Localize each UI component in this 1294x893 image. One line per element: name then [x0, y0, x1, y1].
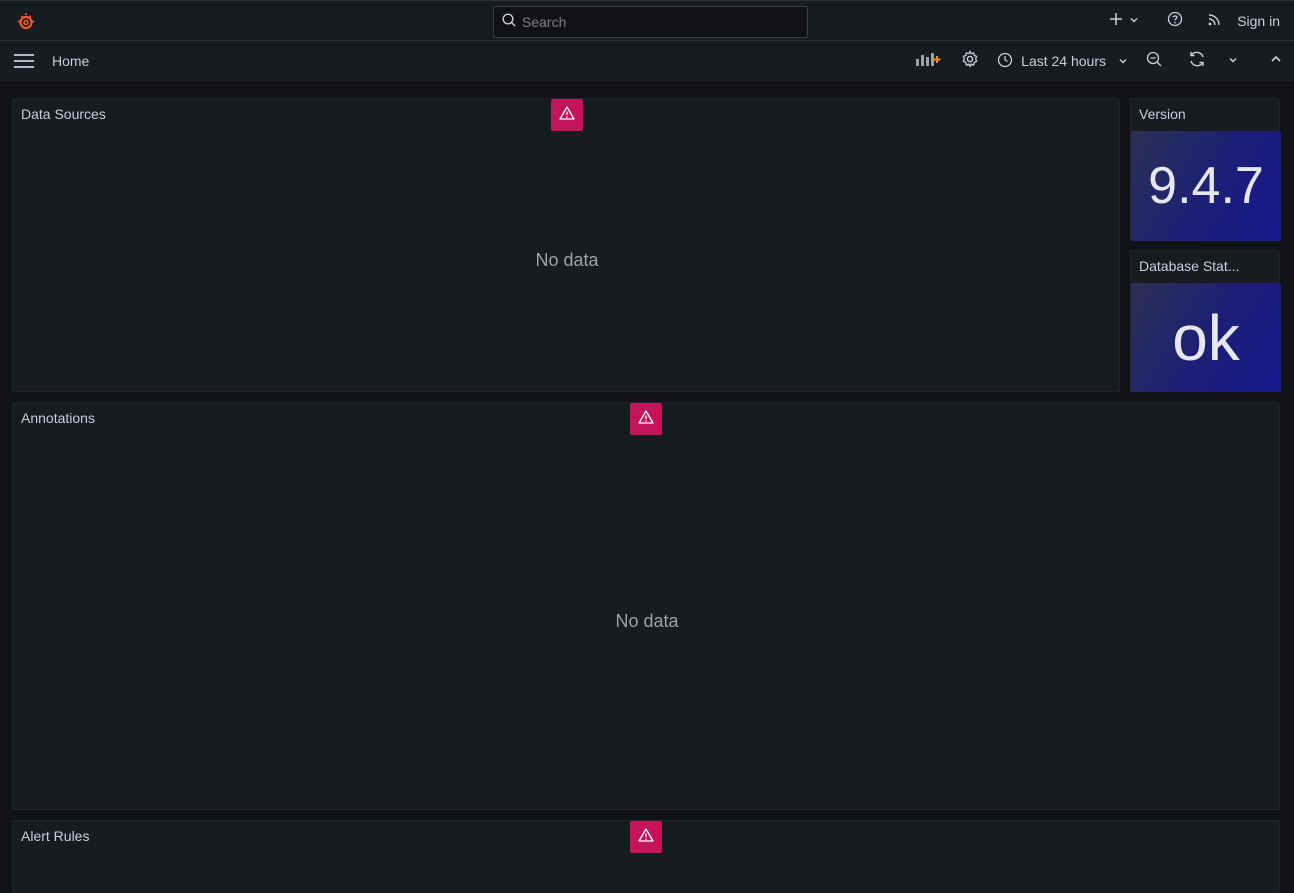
breadcrumb[interactable]: Home	[52, 53, 89, 69]
warning-icon	[638, 409, 654, 430]
panel-version: Version 9.4.7	[1130, 98, 1281, 241]
version-value: 9.4.7	[1148, 157, 1264, 215]
sign-in-link[interactable]: Sign in	[1237, 13, 1280, 29]
panel-title[interactable]: Database Stat...	[1139, 258, 1239, 274]
zoom-out-icon	[1146, 51, 1162, 72]
collapse-button[interactable]	[1270, 52, 1282, 70]
no-data-message: No data	[615, 611, 679, 631]
dashboard-settings-button[interactable]	[961, 49, 979, 73]
help-icon	[1167, 11, 1183, 32]
stat-value-box: ok	[1131, 283, 1281, 392]
database-status-value: ok	[1172, 301, 1240, 374]
rss-icon	[1207, 11, 1223, 32]
search-icon	[502, 12, 516, 32]
chevron-down-icon	[1118, 53, 1128, 69]
panel-title[interactable]: Alert Rules	[21, 828, 89, 844]
plus-icon	[1109, 12, 1123, 31]
add-panel-button[interactable]	[915, 51, 941, 72]
refresh-icon	[1188, 50, 1206, 73]
stat-value-box: 9.4.7	[1131, 131, 1281, 241]
zoom-out-button[interactable]	[1146, 51, 1162, 72]
chevron-down-icon	[1228, 52, 1238, 70]
panel-alert-rules: Alert Rules	[12, 820, 1280, 893]
clock-icon	[997, 52, 1013, 71]
time-picker-button[interactable]: Last 24 hours	[997, 52, 1128, 71]
dashboard-navbar: Home Last 24 hours	[0, 41, 1294, 81]
no-data-message: No data	[535, 250, 599, 270]
add-panel-icon	[915, 51, 941, 72]
panel-title[interactable]: Data Sources	[21, 106, 106, 122]
refresh-button[interactable]	[1188, 50, 1206, 73]
chevron-up-icon	[1270, 52, 1282, 70]
panel-data-sources: Data Sources No data	[12, 98, 1120, 392]
top-navbar: Sign in	[0, 0, 1294, 41]
warning-icon	[559, 105, 575, 126]
grafana-logo-icon[interactable]	[16, 12, 36, 32]
time-range-label: Last 24 hours	[1021, 53, 1106, 69]
panel-title[interactable]: Version	[1139, 106, 1186, 122]
panel-error-indicator[interactable]	[630, 403, 662, 435]
chevron-down-icon	[1129, 12, 1139, 30]
refresh-interval-dropdown[interactable]	[1228, 52, 1238, 70]
search-input[interactable]	[522, 14, 792, 30]
search-box[interactable]	[493, 6, 808, 38]
gear-icon	[961, 49, 979, 73]
help-button[interactable]	[1167, 11, 1183, 32]
warning-icon	[638, 827, 654, 848]
panel-error-indicator[interactable]	[551, 99, 583, 131]
hamburger-icon[interactable]	[14, 53, 34, 74]
news-button[interactable]	[1207, 11, 1223, 32]
panel-annotations: Annotations No data	[12, 402, 1280, 810]
panel-error-indicator[interactable]	[630, 821, 662, 853]
new-button[interactable]	[1109, 12, 1139, 31]
panel-title[interactable]: Annotations	[21, 410, 95, 426]
panel-database-status: Database Stat... ok	[1130, 250, 1281, 392]
